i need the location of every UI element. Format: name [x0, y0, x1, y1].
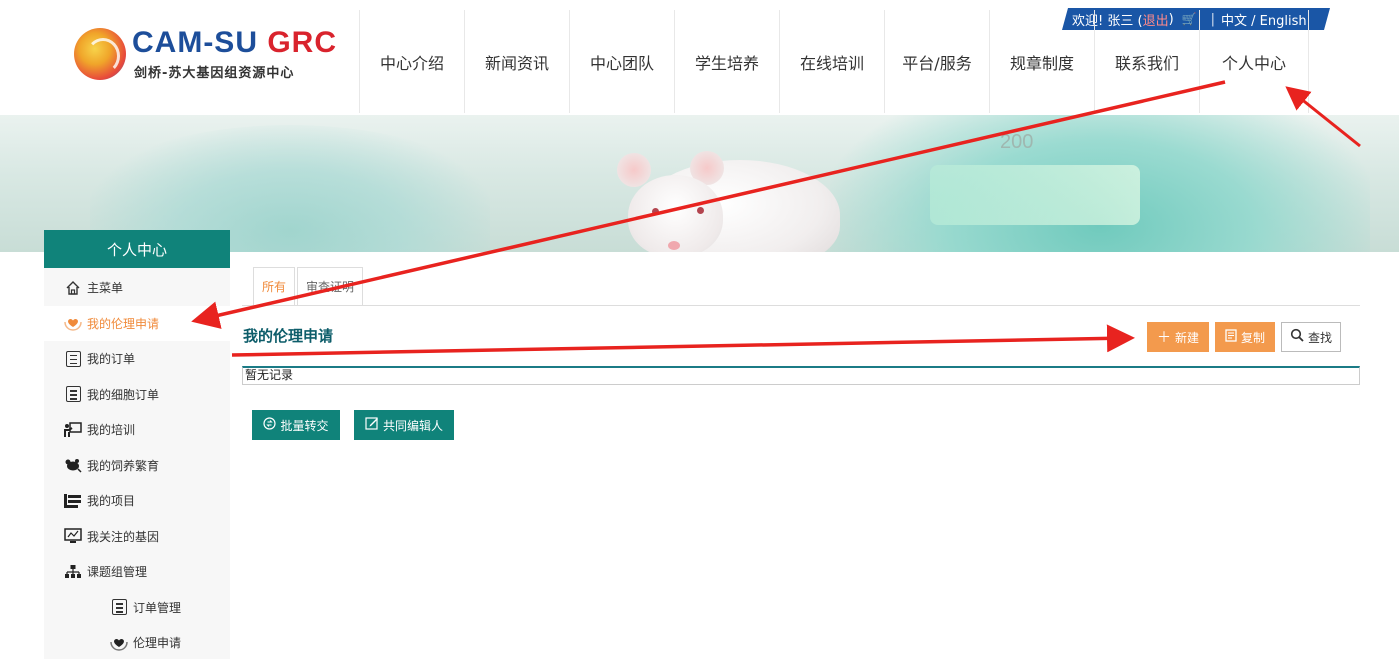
co-editor-button[interactable]: 共同编辑人 [354, 410, 454, 440]
find-button[interactable]: 查找 [1281, 322, 1341, 352]
banner-mouse-nose [668, 241, 680, 250]
page-title: 我的伦理申请 [243, 327, 334, 345]
list-icon [64, 350, 82, 367]
sidebar-item-my-orders[interactable]: 我的订单 [44, 341, 230, 377]
nav-item-personal-center[interactable]: 个人中心 [1199, 10, 1309, 113]
sidebar-item-label: 我的订单 [87, 352, 136, 367]
breeding-icon [64, 457, 82, 473]
search-icon [1290, 328, 1304, 346]
home-icon [64, 280, 82, 296]
nav-item-platform[interactable]: 平台/服务 [884, 10, 989, 113]
sidebar-item-label: 伦理申请 [133, 636, 182, 651]
co-editor-label: 共同编辑人 [382, 418, 443, 433]
main-nav: 中心介绍 新闻资讯 中心团队 学生培养 在线培训 平台/服务 规章制度 联系我们… [359, 10, 1309, 113]
sidebar: 个人中心 主菜单 我的伦理申请 我的订单 我的细胞订单 我的培训 我的饲养繁育 … [44, 230, 230, 659]
site-header: CAM-SU GRC 剑桥-苏大基因组资源中心 欢迎! 张三 (退出) 🛒 | … [0, 0, 1399, 115]
transfer-icon [263, 416, 277, 434]
globe-logo-icon [74, 28, 126, 80]
nav-item-regulations[interactable]: 规章制度 [989, 10, 1094, 113]
copy-button[interactable]: 复制 [1215, 322, 1275, 352]
banner-scale-number: 200 [1000, 131, 1034, 153]
sidebar-item-ethics[interactable]: 伦理申请 [44, 625, 230, 659]
empty-result-row: 暂无记录 [242, 366, 1360, 385]
sidebar-item-my-projects[interactable]: 我的项目 [44, 483, 230, 519]
nav-item-students[interactable]: 学生培养 [674, 10, 779, 113]
sidebar-item-label: 我的饲养繁育 [87, 458, 160, 473]
sidebar-item-label: 订单管理 [133, 600, 182, 615]
tab-bar: 所有 审查证明 [253, 267, 364, 305]
logo-cam-text: CAM-SU [132, 26, 258, 59]
list-icon [110, 599, 128, 616]
heart-hand-icon [64, 315, 82, 332]
monitor-icon [64, 528, 82, 544]
org-chart-icon [64, 564, 82, 580]
batch-transfer-button[interactable]: 批量转交 [252, 410, 340, 440]
sidebar-item-label: 主菜单 [87, 281, 124, 296]
sidebar-item-cell-orders[interactable]: 我的细胞订单 [44, 377, 230, 413]
copy-button-label: 复制 [1240, 330, 1265, 345]
logo-title: CAM-SU GRC [132, 26, 337, 60]
sidebar-item-label: 我的培训 [87, 423, 136, 438]
sidebar-item-label: 课题组管理 [87, 565, 148, 580]
logo-subtitle: 剑桥-苏大基因组资源中心 [134, 66, 295, 81]
nav-item-about[interactable]: 中心介绍 [359, 10, 464, 113]
batch-transfer-label: 批量转交 [280, 418, 329, 433]
sidebar-menu: 主菜单 我的伦理申请 我的订单 我的细胞订单 我的培训 我的饲养繁育 我的项目 … [44, 268, 230, 659]
sidebar-item-order-management[interactable]: 订单管理 [44, 590, 230, 626]
banner-mouse-eye-left [652, 208, 659, 215]
tab-divider [242, 305, 1360, 306]
banner-mouse-ear-left [617, 153, 651, 187]
sidebar-item-label: 我关注的基因 [87, 529, 160, 544]
nav-item-online-training[interactable]: 在线培训 [779, 10, 884, 113]
tab-all[interactable]: 所有 [253, 267, 296, 305]
sidebar-title: 个人中心 [44, 230, 230, 268]
sidebar-item-label: 我的细胞订单 [87, 387, 160, 402]
sidebar-item-ethics-apply[interactable]: 我的伦理申请 [44, 305, 230, 341]
list-icon [64, 386, 82, 403]
sidebar-item-followed-genes[interactable]: 我关注的基因 [44, 519, 230, 555]
new-button-label: 新建 [1174, 330, 1199, 345]
new-button[interactable]: ＋ 新建 [1147, 322, 1209, 352]
sidebar-item-my-training[interactable]: 我的培训 [44, 412, 230, 448]
nav-item-contact[interactable]: 联系我们 [1094, 10, 1199, 113]
banner-mouse-eye-right [697, 207, 704, 214]
heart-hand-icon [110, 635, 128, 651]
sidebar-item-main-menu[interactable]: 主菜单 [44, 270, 230, 306]
sidebar-item-breeding[interactable]: 我的饲养繁育 [44, 448, 230, 484]
find-button-label: 查找 [1307, 330, 1332, 345]
logo-grc-text: GRC [267, 26, 338, 59]
site-logo[interactable]: CAM-SU GRC 剑桥-苏大基因组资源中心 [74, 26, 336, 82]
nav-item-team[interactable]: 中心团队 [569, 10, 674, 113]
sidebar-item-group-management[interactable]: 课题组管理 [44, 554, 230, 590]
arrow-to-new-button [231, 324, 1135, 357]
sidebar-item-label: 我的伦理申请 [87, 316, 160, 331]
plus-icon: ＋ [1156, 330, 1171, 346]
training-icon [64, 422, 82, 438]
copy-icon [1225, 328, 1237, 346]
banner-liquid [930, 165, 1140, 225]
sidebar-item-label: 我的项目 [87, 494, 136, 509]
project-icon [64, 493, 82, 508]
edit-icon [365, 416, 379, 434]
tab-review-certificate[interactable]: 审查证明 [297, 267, 364, 305]
nav-item-news[interactable]: 新闻资讯 [464, 10, 569, 113]
